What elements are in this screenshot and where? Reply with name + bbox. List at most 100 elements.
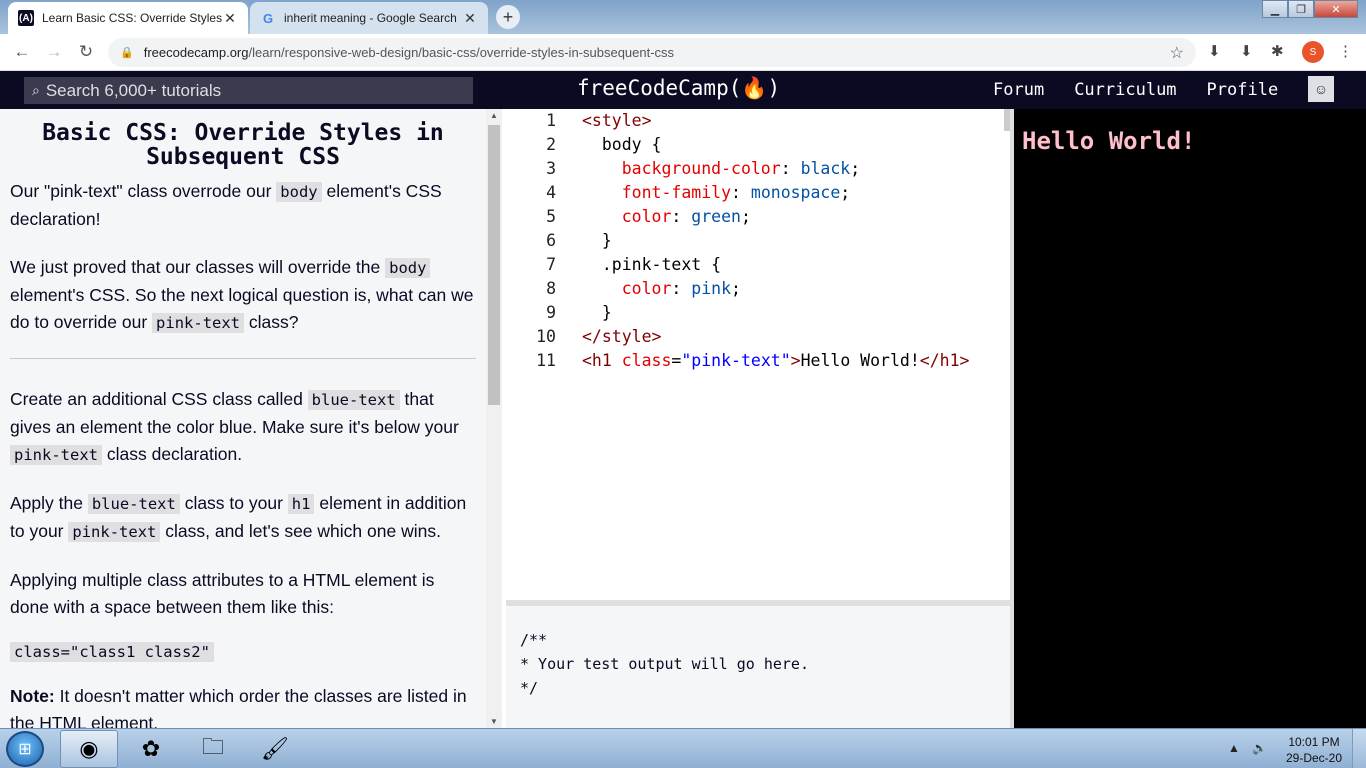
forward-icon[interactable]: → <box>38 42 70 62</box>
line-number: 9 <box>546 303 556 322</box>
start-button[interactable]: ⊞ <box>6 731 44 767</box>
instruction-paragraph: Apply the blue-text class to your h1 ele… <box>10 490 476 546</box>
code-line[interactable]: 1 <style> <box>506 109 1010 133</box>
inline-code: blue-text <box>87 494 180 514</box>
line-number: 11 <box>536 351 556 370</box>
window-controls: ▁ ❐ ✕ <box>1262 0 1358 18</box>
scrollbar-thumb[interactable] <box>488 125 500 405</box>
line-number: 8 <box>546 279 556 298</box>
profile-avatar[interactable]: S <box>1302 41 1324 63</box>
inline-code: pink-text <box>68 522 161 542</box>
fcc-logo[interactable]: freeCodeCamp(🔥) <box>577 76 780 101</box>
preview-heading: Hello World! <box>1022 127 1196 155</box>
nav-link-forum[interactable]: Forum <box>993 80 1044 100</box>
note-paragraph: Note: It doesn't matter which order the … <box>10 683 476 728</box>
download-icon[interactable]: ⬇ <box>1208 42 1221 60</box>
code-line[interactable]: 6 } <box>506 229 1010 253</box>
code-text: <h1 class="pink-text">Hello World!</h1> <box>582 351 970 370</box>
volume-icon[interactable]: 🔈 <box>1252 741 1267 755</box>
code-line[interactable]: 11 <h1 class="pink-text">Hello World!</h1… <box>506 349 1010 373</box>
tab-learn-basic-css[interactable]: (A) Learn Basic CSS: Override Styles in … <box>8 2 248 34</box>
close-icon[interactable]: ✕ <box>462 10 478 27</box>
line-number: 2 <box>546 135 556 154</box>
back-icon[interactable]: ← <box>6 42 38 62</box>
inline-code: blue-text <box>307 390 400 410</box>
reload-icon[interactable]: ↻ <box>70 42 102 62</box>
instructions-scrollbar[interactable]: ▲ ▼ <box>486 109 502 728</box>
restore-icon[interactable]: ❐ <box>1288 0 1314 18</box>
text: It doesn't matter which order the classe… <box>10 686 467 728</box>
inline-code: body <box>385 258 431 278</box>
nav-link-curriculum[interactable]: Curriculum <box>1074 80 1176 100</box>
line-number: 5 <box>546 207 556 226</box>
nav-link-profile[interactable]: Profile <box>1207 80 1279 100</box>
text: class declaration. <box>102 444 243 464</box>
line-number: 1 <box>546 111 556 130</box>
test-output: /** * Your test output will go here. */ <box>506 606 1010 728</box>
code-line[interactable]: 10 </style> <box>506 325 1010 349</box>
inline-code: h1 <box>287 494 315 514</box>
fcc-navbar: ⌕ Search 6,000+ tutorials freeCodeCamp(🔥… <box>0 71 1366 109</box>
code-editor[interactable]: 1 <style> 2 body {3 background-color: blac… <box>506 109 1010 600</box>
clock-time: 10:01 PM <box>1288 735 1340 749</box>
clock[interactable]: 10:01 PM 29-Dec-20 <box>1284 734 1344 766</box>
divider <box>10 358 476 359</box>
code-line[interactable]: 4 font-family: monospace; <box>506 181 1010 205</box>
bookmark-star-icon[interactable]: ☆ <box>1170 43 1184 63</box>
text: Our "pink-text" class overrode our <box>10 181 277 201</box>
code-line[interactable]: 2 body { <box>506 133 1010 157</box>
tab-google-search[interactable]: G inherit meaning - Google Search ✕ <box>250 2 488 34</box>
chrome-icon[interactable]: ◉ <box>60 730 118 768</box>
new-tab-button[interactable]: + <box>496 5 520 29</box>
code-text: .pink-text { <box>582 255 722 274</box>
line-number: 4 <box>546 183 556 202</box>
instruction-paragraph: Our "pink-text" class overrode our body … <box>10 178 476 233</box>
code-line[interactable]: 9 } <box>506 301 1010 325</box>
url-host: freecodecamp.org <box>143 45 249 60</box>
code-text: } <box>582 303 612 322</box>
tab-title: inherit meaning - Google Search <box>284 11 457 25</box>
instruction-paragraph: Applying multiple class attributes to a … <box>10 570 435 617</box>
address-bar[interactable]: 🔒 freecodecamp.org /learn/responsive-web… <box>108 38 1196 67</box>
inline-code: pink-text <box>10 445 102 465</box>
code-line[interactable]: 5 color: green; <box>506 205 1010 229</box>
app-icon[interactable]: ✿ <box>122 730 180 768</box>
inline-code: body <box>276 182 322 202</box>
extensions-icon[interactable]: ✱ <box>1271 42 1284 60</box>
code-text: <style> <box>582 111 652 130</box>
scroll-down-icon[interactable]: ▼ <box>486 717 502 726</box>
clock-date: 29-Dec-20 <box>1285 751 1343 765</box>
text: We just proved that our classes will ove… <box>10 257 386 277</box>
browser-tab-strip: (A) Learn Basic CSS: Override Styles in … <box>0 0 1366 34</box>
code-text: body { <box>582 135 662 154</box>
code-example: class="class1 class2" <box>10 642 214 662</box>
file-explorer-icon[interactable]: 🗀 <box>184 730 242 768</box>
code-line[interactable]: 8 color: pink; <box>506 277 1010 301</box>
text: Create an additional CSS class called <box>10 389 308 409</box>
line-number: 3 <box>546 159 556 178</box>
note-label: Note: <box>10 686 55 706</box>
code-text: </style> <box>582 327 662 346</box>
code-line[interactable]: 3 background-color: black; <box>506 157 1010 181</box>
close-icon[interactable]: ✕ <box>222 10 238 27</box>
code-line[interactable]: 7 .pink-text { <box>506 253 1010 277</box>
user-avatar-icon[interactable]: ☺ <box>1308 76 1334 102</box>
paint-icon[interactable]: 🖌 <box>246 730 304 768</box>
code-text: } <box>582 231 612 250</box>
url-path: /learn/responsive-web-design/basic-css/o… <box>248 45 675 60</box>
line-number: 6 <box>546 231 556 250</box>
search-input[interactable]: ⌕ Search 6,000+ tutorials <box>24 77 473 104</box>
menu-dots-icon[interactable]: ⋮ <box>1338 42 1353 60</box>
tray-chevron-icon[interactable]: ▲ <box>1228 741 1240 755</box>
instruction-paragraph: Create an additional CSS class called bl… <box>10 386 476 469</box>
code-text: color: pink; <box>582 279 741 298</box>
inline-code: pink-text <box>152 313 245 333</box>
minimize-icon[interactable]: ▁ <box>1262 0 1288 18</box>
text: Apply the <box>10 493 88 513</box>
browser-toolbar: ← → ↻ 🔒 freecodecamp.org /learn/responsi… <box>0 34 1366 71</box>
line-number: 10 <box>536 327 556 346</box>
show-desktop-button[interactable] <box>1352 729 1366 768</box>
save-icon[interactable]: ⬇ <box>1240 42 1253 60</box>
scroll-up-icon[interactable]: ▲ <box>486 111 502 120</box>
close-window-icon[interactable]: ✕ <box>1314 0 1358 18</box>
